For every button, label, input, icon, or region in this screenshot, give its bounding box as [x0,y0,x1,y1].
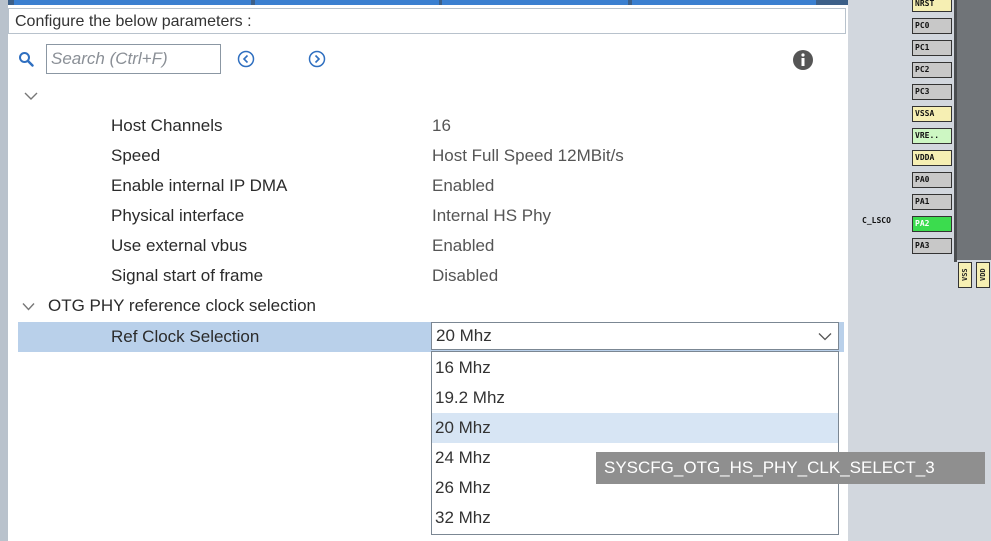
tab-segment[interactable] [255,0,439,5]
pin-vdda[interactable]: VDDA [912,150,952,166]
param-row[interactable]: Signal start of frame Disabled [8,261,848,291]
pin-pc0[interactable]: PC0 [912,18,952,34]
param-label: Signal start of frame [111,266,264,285]
pin-vdd[interactable]: VDD [976,262,990,288]
param-label: Host Channels [111,116,223,135]
pin-pa2[interactable]: PA2 [912,216,952,232]
left-edge [0,0,8,541]
tab-segment[interactable] [442,0,628,5]
previous-match-icon[interactable] [237,50,255,68]
param-value[interactable]: Enabled [432,171,494,201]
chevron-down-icon[interactable] [22,302,35,311]
info-icon[interactable] [792,49,814,71]
param-value[interactable]: Disabled [432,261,498,291]
chevron-down-icon[interactable] [24,91,38,101]
chevron-down-icon [818,333,832,341]
dropdown-option[interactable]: 16 Mhz [432,353,838,383]
pin-pc3[interactable]: PC3 [912,84,952,100]
param-row[interactable]: Physical interface Internal HS Phy [8,201,848,231]
param-label: Use external vbus [111,236,248,255]
tab-strip [8,0,848,5]
pin-vssa[interactable]: VSSA [912,106,952,122]
param-row[interactable]: Speed Host Full Speed 12MBit/s [8,141,848,171]
param-row[interactable]: Host Channels 16 [8,111,848,141]
config-title: Configure the below parameters : [8,8,846,34]
param-row[interactable]: Enable internal IP DMA Enabled [8,171,848,201]
tab-segment[interactable] [632,0,816,5]
pin-pc1[interactable]: PC1 [912,40,952,56]
search-input[interactable] [46,44,221,74]
pin-pc2[interactable]: PC2 [912,62,952,78]
param-value[interactable]: 16 [432,111,451,141]
pa2-signal-label: C_LSCO [862,216,891,225]
param-label: Physical interface [111,206,245,225]
ref-clock-label: Ref Clock Selection [111,327,260,346]
pin-pa1[interactable]: PA1 [912,194,952,210]
pin-nrst[interactable]: NRST [912,0,952,12]
pin-pa0[interactable]: PA0 [912,172,952,188]
param-value[interactable]: Enabled [432,231,494,261]
next-match-icon[interactable] [308,50,326,68]
param-value[interactable]: Internal HS Phy [432,201,551,231]
dropdown-option[interactable]: 32 Mhz [432,503,838,533]
search-icon[interactable] [18,51,34,67]
chip-body [956,0,991,260]
pin-vref[interactable]: VRE.. [912,128,952,144]
param-label: Speed [111,146,161,165]
ref-clock-select[interactable]: 20 Mhz [431,322,839,350]
param-label: Enable internal IP DMA [111,176,288,195]
param-value[interactable]: Host Full Speed 12MBit/s [432,141,624,171]
tooltip: SYSCFG_OTG_HS_PHY_CLK_SELECT_3 [596,452,985,484]
group-label: OTG PHY reference clock selection [48,296,317,315]
dropdown-option-highlighted[interactable]: 20 Mhz [432,413,838,443]
dropdown-option[interactable]: 19.2 Mhz [432,383,838,413]
tab-segment[interactable] [14,0,251,5]
param-row[interactable]: Use external vbus Enabled [8,231,848,261]
chip-edge [954,0,957,262]
ref-clock-dropdown: 16 Mhz 19.2 Mhz 20 Mhz 24 Mhz 26 Mhz 32 … [431,351,839,535]
pin-pa3[interactable]: PA3 [912,238,952,254]
pin-vss[interactable]: VSS [958,262,972,288]
ref-clock-selected-value: 20 Mhz [436,326,492,345]
